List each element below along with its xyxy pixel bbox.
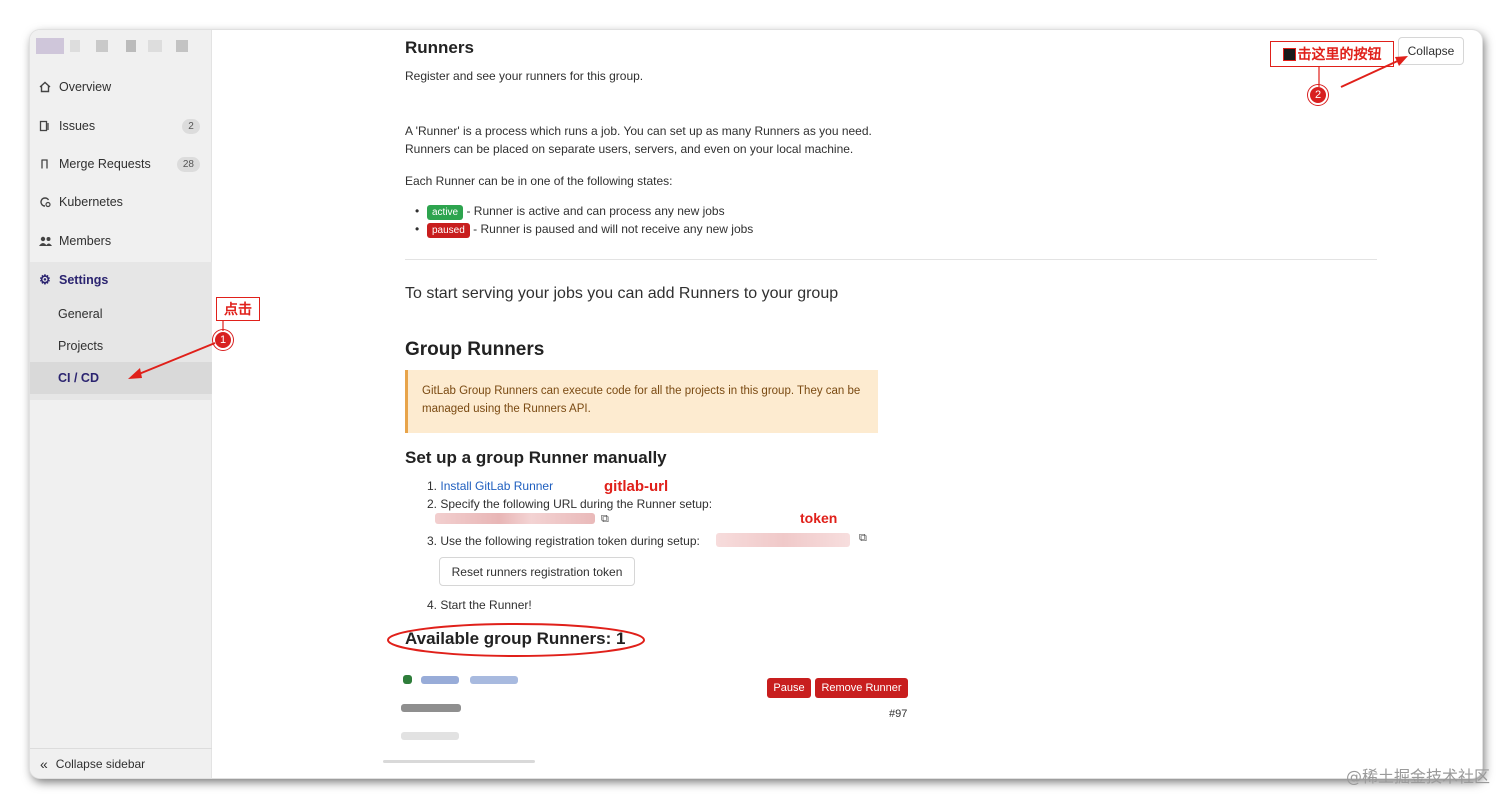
gear-icon: ⚙ [39,272,51,287]
registration-token-redacted [716,533,850,547]
collapse-sidebar-label: Collapse sidebar [55,756,146,771]
annotation-cursor-icon [1282,47,1296,61]
setup-step-4: 4. Start the Runner! [427,598,532,612]
available-runners-title: Available group Runners: 1 [405,629,626,648]
runner-states-intro: Each Runner can be in one of the followi… [405,174,673,188]
sidebar-item-label: Settings [59,273,109,287]
runner-tag-redacted [470,676,518,684]
merge-requests-count-badge: 28 [176,156,200,172]
state-active-item: • active - Runner is active and can proc… [415,204,725,220]
sidebar-item-kubernetes[interactable]: Kubernetes [30,183,212,221]
double-chevron-left-icon: « [40,755,48,772]
group-avatar-blurred[interactable] [36,34,196,58]
runners-title: Runners [405,38,474,57]
annotation-gitlab-url: gitlab-url [604,478,669,495]
sidebar-item-label: Merge Requests [59,157,151,171]
setup-title: Set up a group Runner manually [405,448,667,467]
sidebar-item-merge-requests[interactable]: Merge Requests 28 [30,145,212,183]
paused-badge: paused [427,223,470,238]
install-gitlab-runner-link[interactable]: Install GitLab Runner [440,479,553,493]
annotation-token: token [800,510,838,526]
annotation-click-button-label: 击这里的按钮 [1270,41,1394,67]
runner-id: #97 [889,708,908,720]
merge-request-icon [38,157,52,171]
setup-step-1: 1. Install GitLab Runner [427,479,553,493]
annotation-step-two: 2 [1308,85,1328,105]
gitlab-url-redacted [435,513,595,524]
group-runners-title: Group Runners [405,339,545,360]
sidebar-item-issues[interactable]: Issues 2 [30,107,212,145]
copy-url-icon[interactable]: ⧉ [601,513,609,526]
remove-runner-button[interactable]: Remove Runner [815,678,908,698]
annotation-click-label: 点击 [216,297,260,321]
section-divider [405,259,1377,260]
setup-step-2: 2. Specify the following URL during the … [427,497,713,511]
issues-icon [38,119,52,133]
start-serving-text: To start serving your jobs you can add R… [405,285,839,302]
active-badge: active [427,205,464,220]
kubernetes-icon [38,195,52,209]
sidebar-subitem-general[interactable]: General [58,307,102,321]
annotation-click-button-text: 击这里的按钮 [1297,46,1382,62]
runner-ip-redacted [401,732,459,740]
sidebar-item-label: Issues [59,119,96,133]
sidebar-item-settings[interactable]: ⚙ Settings [30,261,212,299]
sidebar-item-members[interactable]: Members [30,222,212,260]
runner-description-line2: Runners can be placed on separate users,… [405,142,854,156]
issues-count-badge: 2 [182,118,200,134]
collapse-sidebar-button[interactable]: « Collapse sidebar [30,748,212,778]
horizontal-scrollbar[interactable] [383,760,535,763]
state-paused-item: • paused - Runner is paused and will not… [415,222,754,238]
sidebar-item-label: Overview [59,80,112,94]
pause-runner-button[interactable]: Pause [767,678,811,698]
annotation-step-one: 1 [213,330,233,350]
setup-step-3: 3. Use the following registration token … [427,534,700,548]
runners-subtitle: Register and see your runners for this g… [405,69,644,83]
collapse-button[interactable]: Collapse [1398,37,1464,65]
sidebar: Overview Issues 2 Merge Requests 28 Kube… [30,30,212,778]
sidebar-subitem-cicd[interactable]: CI / CD [58,371,99,385]
home-icon [38,80,52,94]
step-number: 1. [427,479,438,493]
main-content: Runners Register and see your runners fo… [213,30,1482,778]
runner-status-indicator [403,675,412,684]
reset-token-button[interactable]: Reset runners registration token [439,557,635,586]
sidebar-subitem-projects[interactable]: Projects [58,339,103,353]
members-icon [38,234,52,248]
sidebar-item-overview[interactable]: Overview [30,68,212,106]
sidebar-item-label: Kubernetes [59,195,123,209]
state-paused-text: - Runner is paused and will not receive … [469,222,754,236]
runner-version-redacted [401,704,461,712]
sidebar-item-label: Members [59,234,112,248]
runner-description-line1: A 'Runner' is a process which runs a job… [405,124,872,138]
bullet: • [415,222,420,236]
app-window: Overview Issues 2 Merge Requests 28 Kube… [30,30,1482,778]
runner-description-redacted [421,676,459,684]
state-active-text: - Runner is active and can process any n… [463,204,725,218]
watermark: @稀土掘金技术社区 [1345,767,1490,786]
bullet: • [415,204,420,218]
copy-token-icon[interactable]: ⧉ [859,532,867,545]
group-runners-info-box: GitLab Group Runners can execute code fo… [405,370,878,433]
